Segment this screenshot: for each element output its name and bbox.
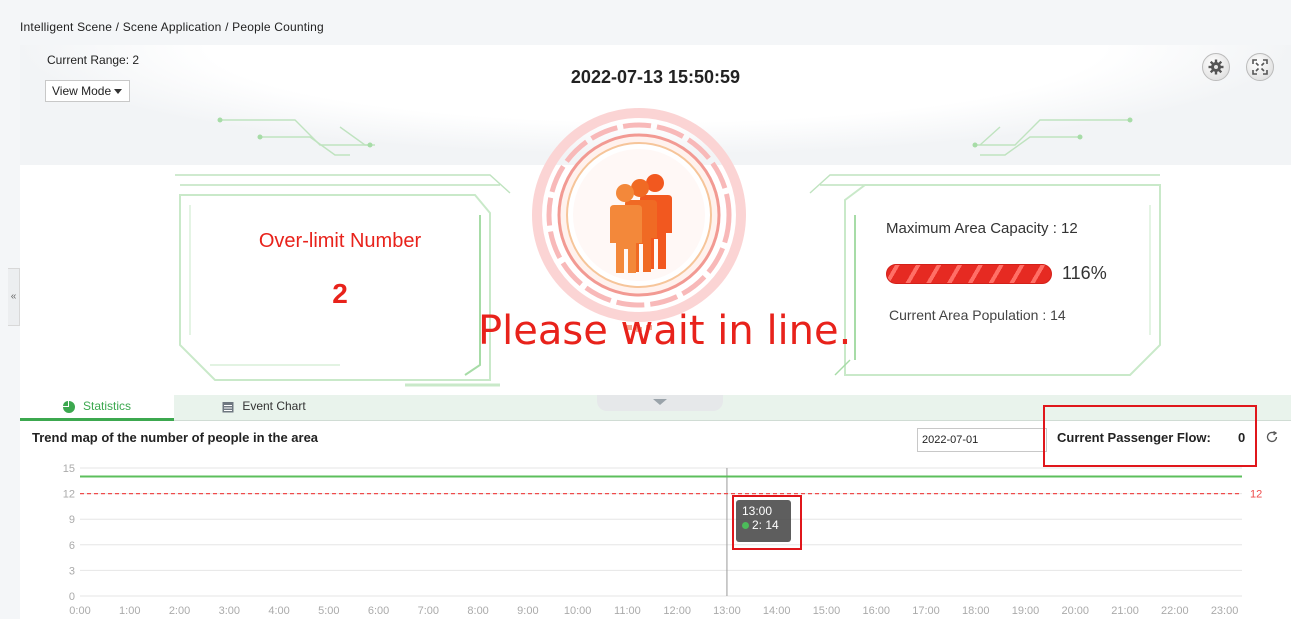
gear-icon xyxy=(1208,59,1224,75)
x-tick-label: 11:00 xyxy=(614,605,641,617)
over-limit-label: Over-limit Number xyxy=(258,230,422,252)
x-tick-label: 4:00 xyxy=(268,605,289,617)
y-tick-label: 15 xyxy=(63,463,75,475)
x-tick-label: 19:00 xyxy=(1012,605,1040,617)
tab-statistics[interactable]: Statistics xyxy=(20,395,174,421)
capacity-progress-bar xyxy=(886,264,1052,284)
tab-event-chart-label: Event Chart xyxy=(242,399,306,413)
x-tick-label: 14:00 xyxy=(763,605,791,617)
breadcrumb: Intelligent Scene / Scene Application / … xyxy=(20,20,324,34)
x-tick-label: 22:00 xyxy=(1161,605,1189,617)
people-counting-page: Intelligent Scene / Scene Application / … xyxy=(0,0,1291,619)
max-capacity-label: Maximum Area Capacity : 12 xyxy=(886,220,1078,237)
x-tick-label: 12:00 xyxy=(663,605,691,617)
x-tick-label: 9:00 xyxy=(517,605,538,617)
x-tick-label: 13:00 xyxy=(713,605,741,617)
x-tick-label: 6:00 xyxy=(368,605,389,617)
x-tick-label: 8:00 xyxy=(467,605,488,617)
y-tick-label: 12 xyxy=(63,489,75,501)
calendar-icon xyxy=(222,401,234,413)
pie-chart-icon xyxy=(62,400,75,413)
tab-statistics-label: Statistics xyxy=(82,399,131,413)
y-tick-label: 3 xyxy=(69,565,75,577)
y-tick-label: 6 xyxy=(69,540,75,552)
x-tick-label: 3:00 xyxy=(219,605,240,617)
fullscreen-icon xyxy=(1252,59,1268,75)
over-limit-value: 2 xyxy=(332,278,348,309)
x-tick-label: 17:00 xyxy=(912,605,940,617)
current-population-label: Current Area Population : 14 xyxy=(889,307,1066,323)
wait-notice: Please wait in line. xyxy=(478,308,852,354)
y-tick-label: 0 xyxy=(69,591,75,603)
trend-line-chart: 0 3 6 9 12 15 0:00 1:00 2:00 3:00 4:00 5:00 6:00 7:00… xyxy=(63,463,1263,617)
x-tick-label: 5:00 xyxy=(318,605,339,617)
threshold-label: 12 xyxy=(1250,489,1262,501)
fullscreen-button[interactable] xyxy=(1246,53,1274,81)
tooltip-highlight-box xyxy=(732,495,802,550)
x-tick-label: 15:00 xyxy=(813,605,841,617)
caret-down-icon xyxy=(114,89,122,94)
trend-chart-panel: Trend map of the number of people in the… xyxy=(20,405,1291,619)
current-range: Current Range: 2 xyxy=(47,53,140,67)
capacity-percent: 116% xyxy=(1062,263,1107,283)
x-tick-label: 0:00 xyxy=(69,605,90,617)
x-tick-label: 23:00 xyxy=(1211,605,1239,617)
x-tick-label: 7:00 xyxy=(418,605,439,617)
x-tick-label: 2:00 xyxy=(169,605,190,617)
collapse-panel-toggle[interactable] xyxy=(597,395,723,411)
x-tick-label: 16:00 xyxy=(862,605,890,617)
x-tick-label: 21:00 xyxy=(1111,605,1139,617)
people-emblem xyxy=(532,108,746,332)
settings-button[interactable] xyxy=(1202,53,1230,81)
x-tick-label: 10:00 xyxy=(564,605,592,617)
chevron-down-icon xyxy=(653,399,667,405)
x-tick-label: 20:00 xyxy=(1062,605,1090,617)
x-tick-label: 1:00 xyxy=(119,605,140,617)
x-tick-label: 18:00 xyxy=(962,605,990,617)
tab-event-chart[interactable]: Event Chart xyxy=(194,395,334,421)
y-tick-label: 9 xyxy=(69,514,75,526)
sidebar-collapse-toggle[interactable]: « xyxy=(8,268,20,326)
current-datetime: 2022-07-13 15:50:59 xyxy=(570,67,741,87)
